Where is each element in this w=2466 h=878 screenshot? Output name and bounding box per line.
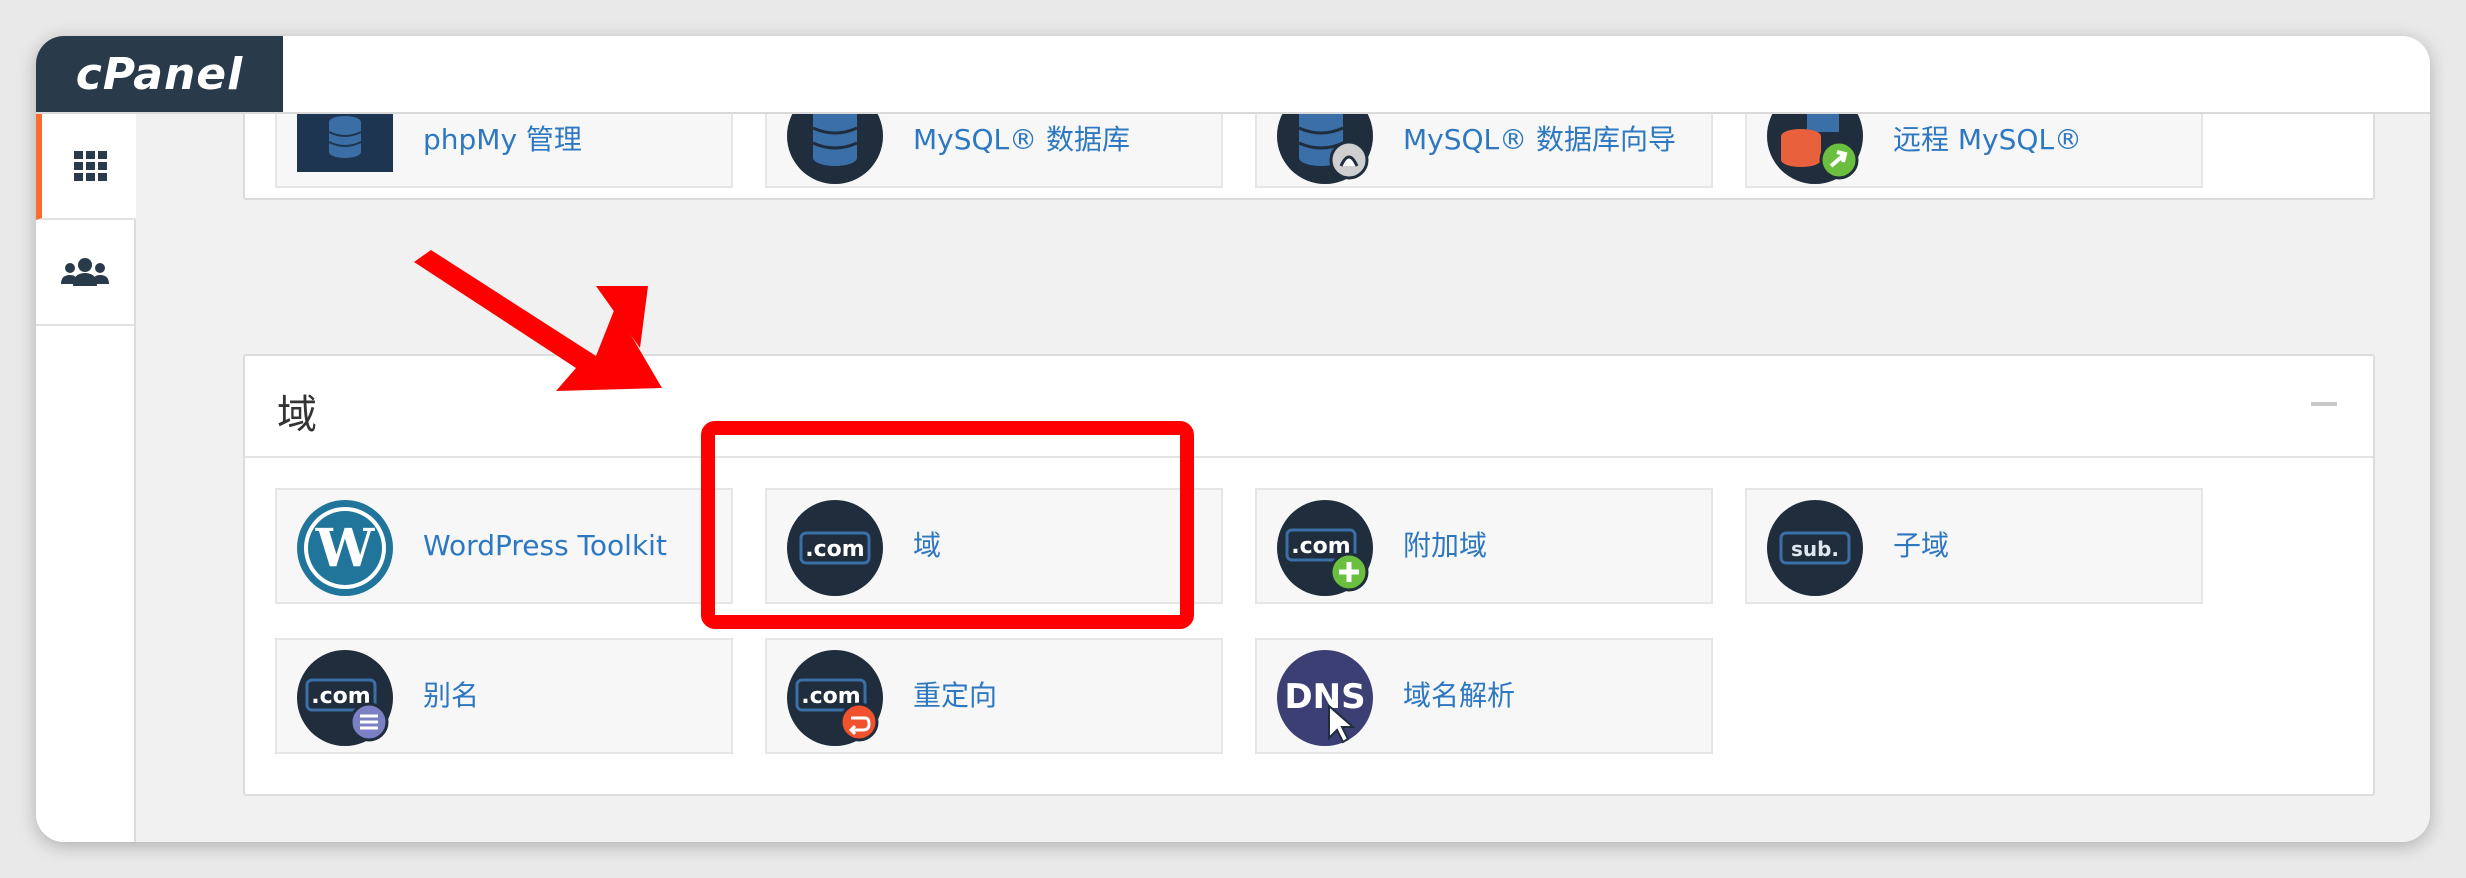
tile-label: MySQL® 数据库向导 [1403, 123, 1677, 156]
mysql-wizard-icon [1277, 114, 1373, 184]
tile-remote-mysql[interactable]: 远程 MySQL® [1745, 114, 2203, 188]
subdomain-icon: sub. [1767, 500, 1863, 596]
tile-label: 重定向 [913, 679, 998, 712]
tile-redirects[interactable]: .com 重定向 [765, 638, 1223, 754]
dns-icon: DNS [1277, 650, 1373, 746]
addon-domain-icon: .com [1277, 500, 1373, 596]
tile-aliases[interactable]: .com 别名 [275, 638, 733, 754]
icon-text: DNS [1284, 677, 1365, 717]
alias-icon: .com [297, 650, 393, 746]
tile-subdomains[interactable]: sub. 子域 [1745, 488, 2203, 604]
tile-zone-editor[interactable]: DNS 域名解析 [1255, 638, 1713, 754]
tile-label: 域名解析 [1403, 679, 1516, 712]
icon-text: sub. [1791, 537, 1839, 561]
tile-label: 附加域 [1403, 529, 1488, 562]
mysql-database-icon [787, 114, 883, 184]
tile-addon-domains[interactable]: .com 附加域 [1255, 488, 1713, 604]
tile-mysql-databases[interactable]: MySQL® 数据库 [765, 114, 1223, 188]
tile-label: MySQL® 数据库 [913, 123, 1131, 156]
tile-label: 远程 MySQL® [1893, 123, 2083, 156]
tile-label: 别名 [423, 679, 480, 712]
wordpress-icon: W [297, 500, 393, 596]
tile-label: WordPress Toolkit [423, 529, 667, 562]
svg-text:W: W [315, 518, 376, 579]
annotation-arrow-icon [414, 250, 662, 391]
tile-label: 子域 [1893, 529, 1950, 562]
collapse-icon[interactable] [2311, 402, 2337, 406]
cpanel-window: cPanel phpMy 管理 MySQL® 数据库 MySQL® 数据库向导 … [36, 36, 2430, 842]
redirect-icon: .com [787, 650, 883, 746]
annotation-highlight-box [701, 421, 1194, 629]
tile-wordpress-toolkit[interactable]: W WordPress Toolkit [275, 488, 733, 604]
remote-mysql-icon [1767, 114, 1863, 184]
tile-mysql-wizard[interactable]: MySQL® 数据库向导 [1255, 114, 1713, 188]
